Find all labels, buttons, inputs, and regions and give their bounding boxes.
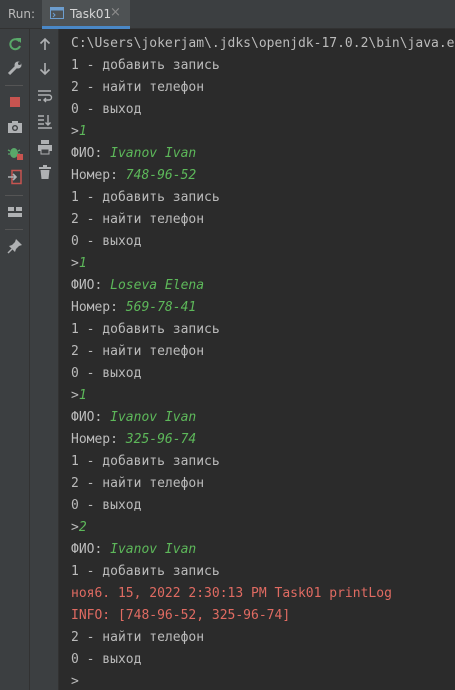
console-line: 2 - найти телефон — [71, 77, 455, 99]
user-input: Ivanov Ivan — [110, 410, 197, 425]
console-toolbar — [30, 29, 59, 690]
prompt-text: > — [71, 124, 79, 139]
console-output[interactable]: C:\Users\jokerjam\.jdks\openjdk-17.0.2\b… — [59, 29, 455, 690]
output-text: 0 - выход — [71, 652, 142, 667]
prompt-text: > — [71, 674, 79, 689]
console-line: ФИО: Ivanov Ivan — [71, 407, 455, 429]
prompt-text: > — [71, 256, 79, 271]
stop-icon[interactable] — [4, 91, 26, 113]
output-text: 2 - найти телефон — [71, 80, 205, 95]
output-text: C:\Users\jokerjam\.jdks\openjdk-17.0.2\b… — [71, 36, 455, 51]
user-input: 1 — [78, 124, 87, 139]
output-text: 2 - найти телефон — [71, 630, 205, 645]
console-line: >1 — [71, 121, 455, 143]
wrench-icon[interactable] — [4, 57, 26, 79]
console-line: > — [71, 671, 455, 690]
output-text: 0 - выход — [71, 102, 142, 117]
prompt-text: Номер: — [71, 168, 126, 183]
output-text: 1 - добавить запись — [71, 190, 220, 205]
prompt-text: ФИО: — [71, 278, 111, 293]
rerun-icon[interactable] — [4, 33, 26, 55]
output-text: 2 - найти телефон — [71, 344, 205, 359]
console-line: 2 - найти телефон — [71, 209, 455, 231]
console-line: Номер: 748-96-52 — [71, 165, 455, 187]
tab-label: Task01 — [70, 7, 112, 21]
user-input: 325-96-74 — [125, 432, 197, 447]
console-line: INFO: [748-96-52, 325-96-74] — [71, 605, 455, 627]
console-line: 0 - выход — [71, 363, 455, 385]
pin-icon[interactable] — [4, 235, 26, 257]
output-text: 2 - найти телефон — [71, 212, 205, 227]
console-line: ФИО: Loseva Elena — [71, 275, 455, 297]
soft-wrap-icon[interactable] — [34, 85, 56, 107]
prompt-text: Номер: — [71, 300, 126, 315]
run-tool-window-header: Run: Task01 × — [0, 0, 455, 29]
prompt-text: ФИО: — [71, 410, 111, 425]
user-input: 569-78-41 — [125, 300, 197, 315]
console-line: 1 - добавить запись — [71, 319, 455, 341]
output-text: 1 - добавить запись — [71, 564, 220, 579]
stderr-text: INFO: [748-96-52, 325-96-74] — [71, 608, 291, 623]
user-input: Loseva Elena — [110, 278, 205, 293]
stderr-text: ноя6. 15, 2022 2:30:13 PM Task01 printLo… — [71, 586, 392, 601]
console-line: 0 - выход — [71, 649, 455, 671]
arrow-down-icon[interactable] — [34, 58, 56, 80]
print-icon[interactable] — [34, 136, 56, 158]
console-line: 2 - найти телефон — [71, 473, 455, 495]
console-line: >1 — [71, 385, 455, 407]
console-line: 1 - добавить запись — [71, 187, 455, 209]
console-icon — [50, 7, 64, 19]
output-text: 1 - добавить запись — [71, 454, 220, 469]
console-line: 1 - добавить запись — [71, 561, 455, 583]
user-input: 2 — [78, 520, 87, 535]
output-text: 0 - выход — [71, 366, 142, 381]
debug-icon[interactable] — [4, 141, 26, 163]
run-actions-toolbar — [0, 29, 30, 690]
console-line: 2 - найти телефон — [71, 341, 455, 363]
prompt-text: ФИО: — [71, 146, 111, 161]
output-text: 2 - найти телефон — [71, 476, 205, 491]
close-icon[interactable]: × — [110, 5, 121, 20]
console-line: Номер: 325-96-74 — [71, 429, 455, 451]
prompt-text: > — [71, 388, 79, 403]
console-line: 0 - выход — [71, 231, 455, 253]
console-line: >2 — [71, 517, 455, 539]
console-line: 1 - добавить запись — [71, 55, 455, 77]
console-line: 1 - добавить запись — [71, 451, 455, 473]
console-line: >1 — [71, 253, 455, 275]
output-text: 0 - выход — [71, 234, 142, 249]
tab-task01[interactable]: Task01 × — [42, 0, 130, 29]
exit-icon[interactable] — [4, 166, 26, 188]
camera-icon[interactable] — [4, 116, 26, 138]
console-line: C:\Users\jokerjam\.jdks\openjdk-17.0.2\b… — [71, 33, 455, 55]
layout-icon[interactable] — [4, 201, 26, 223]
user-input: 1 — [78, 256, 87, 271]
console-line: ФИО: Ivanov Ivan — [71, 143, 455, 165]
user-input: Ivanov Ivan — [110, 542, 197, 557]
arrow-up-icon[interactable] — [34, 33, 56, 55]
run-label: Run: — [8, 7, 36, 21]
user-input: 1 — [78, 388, 87, 403]
console-line: 2 - найти телефон — [71, 627, 455, 649]
console-line: 0 - выход — [71, 99, 455, 121]
console-line: 0 - выход — [71, 495, 455, 517]
output-text: 0 - выход — [71, 498, 142, 513]
user-input: Ivanov Ivan — [110, 146, 197, 161]
console-line: Номер: 569-78-41 — [71, 297, 455, 319]
user-input: 748-96-52 — [125, 168, 197, 183]
prompt-text: Номер: — [71, 432, 126, 447]
console-line: ноя6. 15, 2022 2:30:13 PM Task01 printLo… — [71, 583, 455, 605]
trash-icon[interactable] — [34, 161, 56, 183]
scroll-to-end-icon[interactable] — [34, 110, 56, 132]
console-line: ФИО: Ivanov Ivan — [71, 539, 455, 561]
output-text: 1 - добавить запись — [71, 322, 220, 337]
output-text: 1 - добавить запись — [71, 58, 220, 73]
prompt-text: ФИО: — [71, 542, 111, 557]
prompt-text: > — [71, 520, 79, 535]
